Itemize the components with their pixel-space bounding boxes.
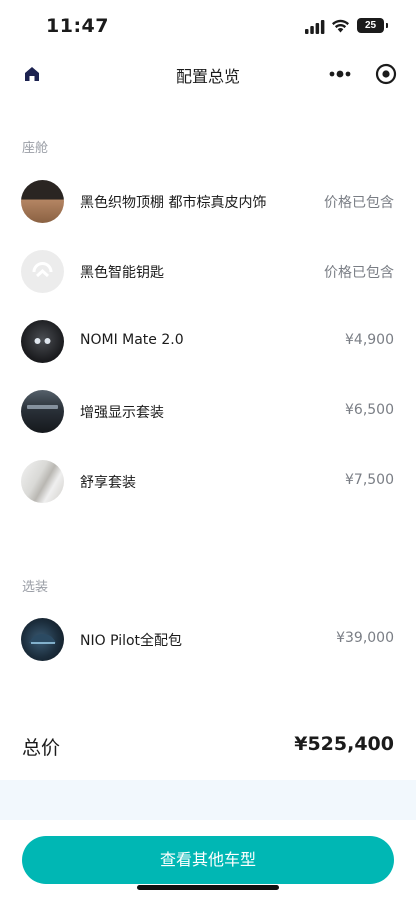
item-name: NIO Pilot全配包 — [80, 633, 183, 649]
total-price: ¥525,400 — [294, 733, 394, 755]
item-name: NOMI Mate 2.0 — [80, 332, 184, 348]
dashboard-icon — [27, 405, 58, 409]
display-package-thumbnail — [21, 390, 64, 433]
nomi-eyes-icon — [34, 338, 51, 344]
view-other-models-button[interactable]: 查看其他车型 — [22, 836, 394, 884]
status-time: 11:47 — [46, 15, 109, 37]
nav-bar: 配置总览 — [0, 52, 416, 96]
total-label: 总价 — [22, 737, 61, 759]
item-price: ¥4,900 — [345, 332, 394, 348]
item-price: 价格已包含 — [324, 195, 394, 211]
list-item-display-package[interactable]: 增强显示套装 ¥6,500 — [0, 382, 416, 442]
item-price: ¥6,500 — [345, 402, 394, 418]
item-price: ¥39,000 — [336, 630, 394, 646]
item-price: 价格已包含 — [324, 265, 394, 281]
item-price: ¥7,500 — [345, 472, 394, 488]
nio-key-thumbnail — [21, 250, 64, 293]
ceiling-interior-thumbnail — [21, 180, 64, 223]
comfort-package-thumbnail — [21, 460, 64, 503]
list-item-comfort-package[interactable]: 舒享套装 ¥7,500 — [0, 452, 416, 512]
status-bar: 11:47 25 — [0, 0, 416, 52]
wifi-icon — [332, 19, 349, 33]
home-indicator — [137, 885, 279, 890]
car-icon — [29, 634, 56, 644]
close-miniprogram-icon[interactable] — [375, 63, 397, 85]
config-overview-page: 11:47 25 配置总览 座舱 黑色织物顶棚 都市棕真皮内饰 价格已包含 黑色… — [0, 0, 416, 900]
battery-tip — [386, 23, 388, 28]
more-options-icon[interactable] — [328, 67, 352, 81]
options-section-header: 选装 — [22, 580, 49, 595]
pilot-package-thumbnail — [21, 618, 64, 661]
item-name: 黑色织物顶棚 都市棕真皮内饰 — [80, 195, 267, 211]
nomi-thumbnail — [21, 320, 64, 363]
cellular-signal-icon — [305, 20, 325, 34]
item-name: 增强显示套装 — [80, 405, 164, 421]
item-name: 舒享套装 — [80, 475, 136, 491]
info-strip — [0, 780, 416, 820]
page-title: 配置总览 — [175, 67, 240, 86]
list-item-smart-key[interactable]: 黑色智能钥匙 价格已包含 — [0, 242, 416, 302]
cabin-section-header: 座舱 — [22, 141, 49, 156]
item-name: 黑色智能钥匙 — [80, 265, 164, 281]
battery-icon: 25 — [357, 18, 384, 33]
list-item-ceiling-interior[interactable]: 黑色织物顶棚 都市棕真皮内饰 价格已包含 — [0, 172, 416, 232]
nio-logo-icon — [32, 262, 53, 278]
list-item-nomi-mate[interactable]: NOMI Mate 2.0 ¥4,900 — [0, 312, 416, 372]
list-item-nio-pilot[interactable]: NIO Pilot全配包 ¥39,000 — [0, 610, 416, 670]
